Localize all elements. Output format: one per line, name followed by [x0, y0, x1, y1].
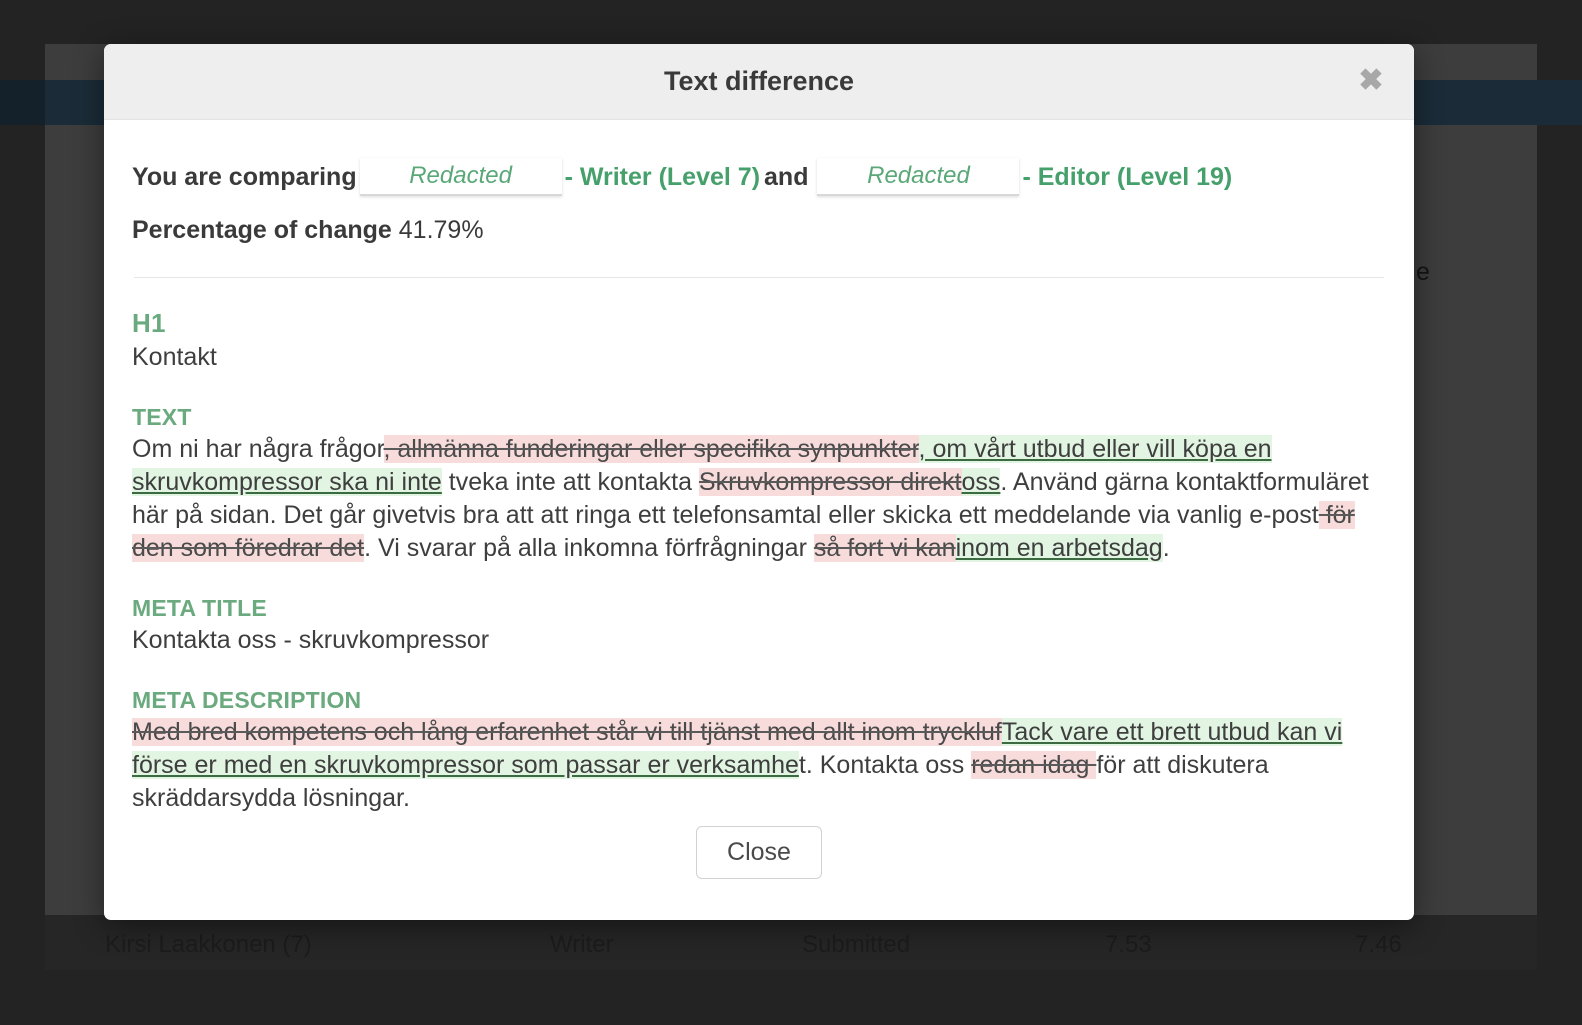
background-table-row: Kirsi Laakkonen (7) Writer Submitted 7.5…	[45, 915, 1537, 970]
diff-content-text: Om ni har några frågor, allmänna funderi…	[132, 433, 1386, 565]
percentage-of-change-line: Percentage of change 41.79%	[132, 216, 1386, 245]
diff-unchanged-run: t. Kontakta oss	[798, 751, 972, 779]
background-row-user: Kirsi Laakkonen (7)	[105, 931, 312, 958]
user-b-role: - Editor (Level 19)	[1022, 163, 1233, 191]
diff-section-h1: H1 Kontakt	[132, 308, 1386, 374]
diff-unchanged-run: tveka inte att kontakta	[441, 468, 699, 496]
diff-section-label-h1: H1	[132, 308, 166, 338]
diff-removed-run: Med bred kompetens och lång erfarenhet s…	[132, 718, 1002, 746]
diff-section-label-text: TEXT	[132, 404, 192, 430]
diff-section-meta-title: META TITLE Kontakta oss - skruvkompresso…	[132, 595, 1386, 657]
diff-content-h1: Kontakt	[132, 343, 217, 371]
comparing-conjunction: and	[764, 163, 809, 191]
diff-removed-run: , allmänna funderingar eller specifika s…	[383, 435, 919, 463]
diff-section-label-meta-description: META DESCRIPTION	[132, 687, 362, 713]
user-b-redacted-field[interactable]: Redacted	[817, 158, 1020, 196]
diff-unchanged-run: Om ni har några frågor	[132, 435, 384, 463]
diff-content-meta-title: Kontakta oss - skruvkompressor	[132, 626, 490, 654]
diff-section-text: TEXT Om ni har några frågor, allmänna fu…	[132, 404, 1386, 565]
diff-added-run: oss	[961, 468, 1001, 496]
section-divider	[134, 277, 1384, 278]
app-sidebar-rail	[0, 80, 45, 125]
comparing-prefix: You are comparing	[132, 163, 357, 191]
background-row-score-a: 7.53	[1105, 931, 1152, 958]
close-button[interactable]: Close	[696, 826, 822, 879]
modal-title: Text difference	[663, 66, 855, 96]
diff-added-run: inom en arbetsdag	[955, 534, 1163, 562]
diff-section-label-meta-title: META TITLE	[132, 595, 267, 621]
close-x-icon[interactable]: ✖	[1354, 64, 1388, 98]
percentage-value: 41.79%	[398, 216, 484, 244]
percentage-label: Percentage of change	[132, 216, 392, 244]
background-row-score-b: 7.46	[1355, 931, 1402, 958]
diff-removed-run: så fort vi kan	[813, 534, 956, 562]
diff-unchanged-run: . Vi svarar på alla inkomna förfrågninga…	[364, 534, 814, 562]
modal-header: Text difference ✖	[104, 44, 1414, 120]
user-a-role: - Writer (Level 7)	[564, 163, 761, 191]
modal-body: You are comparing Redacted - Writer (Lev…	[104, 120, 1414, 856]
background-row-role: Writer	[550, 931, 614, 958]
text-difference-modal: Text difference ✖ You are comparing Reda…	[104, 44, 1414, 920]
diff-unchanged-run: .	[1162, 534, 1170, 562]
diff-section-meta-description: META DESCRIPTION Med bred kompetens och …	[132, 687, 1386, 815]
diff-content-meta-description: Med bred kompetens och lång erfarenhet s…	[132, 716, 1386, 815]
background-row-status: Submitted	[802, 931, 911, 958]
comparing-line: You are comparing Redacted - Writer (Lev…	[132, 158, 1386, 196]
background-partial-text: e	[1416, 258, 1430, 286]
modal-footer: Close	[104, 808, 1414, 920]
diff-removed-run: redan idag	[971, 751, 1097, 779]
diff-removed-run: Skruvkompressor direkt	[698, 468, 962, 496]
user-a-redacted-field[interactable]: Redacted	[359, 158, 562, 196]
